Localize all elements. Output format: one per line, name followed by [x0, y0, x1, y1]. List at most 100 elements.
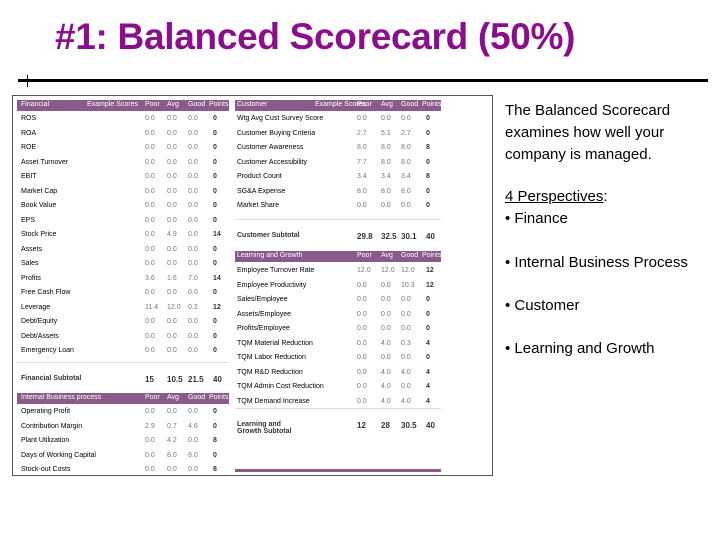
cell-avg: 1.6	[167, 274, 177, 282]
header-example: Example Scores	[87, 101, 138, 108]
cell-points: 8	[213, 466, 217, 473]
header-points: Points	[209, 101, 229, 108]
cell-points: 0	[426, 187, 430, 195]
customer-header: Customer Example Scores Poor Avg Good Points	[235, 100, 441, 111]
intro-text: The Balanced Scorecard examines how well…	[505, 102, 671, 163]
cell-poor: 0.0	[145, 158, 155, 166]
table-row: Days of Working Capital 0.0 8.0 8.0 0	[17, 451, 229, 463]
table-row: Sales 0.0 0.0 0.0 0	[17, 259, 229, 271]
cell-metric: Plant Utilization	[21, 437, 70, 444]
subtotal-points: 40	[426, 232, 435, 241]
cell-metric: ROA	[21, 129, 37, 137]
subtotal-good: 21.5	[188, 375, 204, 384]
title-divider	[18, 79, 708, 82]
cell-metric: Product Count	[237, 173, 282, 180]
cell-avg: 0.0	[167, 173, 177, 180]
cell-metric: ROS	[21, 115, 37, 122]
cell-metric: Assets	[21, 245, 43, 253]
header-avg: Avg	[167, 394, 179, 401]
cell-good: 3.4	[401, 173, 411, 180]
cell-avg: 5.1	[381, 129, 391, 137]
cell-good: 4.6	[188, 422, 198, 430]
perspectives-heading: 4 Perspectives:	[505, 186, 715, 208]
cell-points: 0	[213, 347, 217, 354]
cell-poor: 12.0	[357, 267, 371, 274]
cell-poor: 2.7	[357, 129, 367, 137]
cell-good: 0.0	[188, 332, 198, 340]
cell-poor: 0.0	[145, 451, 155, 459]
cell-avg: 0.0	[167, 115, 177, 122]
cell-avg: 0.7	[167, 422, 177, 430]
table-bottom-bar	[235, 469, 441, 472]
cell-good: 0.0	[188, 129, 198, 137]
cell-good: 0.0	[188, 408, 198, 415]
cell-avg: 12.0	[381, 267, 395, 274]
cell-poor: 3.4	[357, 173, 367, 180]
cell-avg: 0.0	[381, 325, 391, 332]
cell-avg: 0.0	[167, 347, 177, 354]
cell-good: 0.0	[401, 383, 411, 390]
cell-poor: 0.0	[357, 354, 367, 361]
cell-poor: 0.0	[357, 296, 367, 303]
cell-avg: 0.0	[167, 158, 177, 166]
cell-metric: Leverage	[21, 303, 51, 311]
cell-avg: 0.0	[167, 144, 177, 151]
header-good: Good	[401, 101, 419, 108]
cell-good: 8.0	[401, 144, 411, 151]
cell-points: 0	[426, 158, 430, 166]
cell-metric: Emergency Loan	[21, 347, 74, 354]
cell-metric: Operating Profit	[21, 408, 71, 415]
table-row: TQM R&D Reduction 0.0 4.0 4.0 4	[235, 368, 441, 380]
cell-poor: 0.0	[145, 260, 155, 267]
cell-points: 4	[426, 397, 430, 405]
cell-metric: TQM Material Reduction	[237, 339, 313, 347]
cell-good: 8.0	[401, 158, 411, 166]
financial-separator	[17, 362, 229, 363]
cell-metric: Profits/Employee	[237, 325, 290, 332]
cell-poor: 0.0	[145, 332, 155, 340]
table-row: Assets 0.0 0.0 0.0 0	[17, 245, 229, 257]
cell-points: 8	[213, 437, 217, 444]
cell-good: 0.0	[188, 318, 198, 325]
perspective-finance: • Finance	[505, 210, 568, 227]
table-row: Customer Accessibility 7.7 8.0 8.0 0	[235, 158, 441, 170]
cell-points: 0	[213, 451, 217, 459]
cell-poor: 0.0	[145, 466, 155, 473]
table-row: Leverage 11.4 12.0 0.2 12	[17, 303, 229, 315]
cell-metric: ROE	[21, 144, 37, 151]
cell-good: 4.0	[401, 397, 411, 405]
cell-avg: 8.0	[381, 187, 391, 195]
colon: :	[603, 188, 608, 205]
cell-points: 0	[213, 216, 217, 224]
cell-poor: 2.9	[145, 422, 155, 430]
cell-points: 0	[213, 115, 217, 122]
header-label: Customer	[237, 101, 268, 108]
table-row: Debt/Assets 0.0 0.0 0.0 0	[17, 332, 229, 344]
cell-points: 0	[426, 296, 430, 303]
cell-good: 2.7	[401, 129, 411, 137]
cell-avg: 0.0	[381, 310, 391, 318]
cell-points: 4	[426, 368, 430, 376]
cell-poor: 0.0	[145, 202, 155, 209]
cell-metric: Wtg Avg Cust Survey Score	[237, 115, 324, 122]
cell-points: 0	[213, 144, 217, 151]
cell-poor: 0.0	[145, 437, 155, 444]
cell-metric: Employee Turnover Rate	[237, 267, 315, 274]
description-panel: The Balanced Scorecard examines how well…	[505, 100, 715, 360]
header-poor: Poor	[357, 101, 372, 108]
cell-metric: EBIT	[21, 173, 37, 180]
cell-poor: 0.0	[145, 289, 155, 296]
cell-good: 0.0	[188, 466, 198, 473]
cell-poor: 0.0	[357, 281, 367, 289]
table-row: Free Cash Flow 0.0 0.0 0.0 0	[17, 288, 229, 300]
cell-metric: TQM Admin Cost Reduction	[237, 383, 324, 390]
cell-points: 4	[426, 339, 430, 347]
customer-subtotal-row: Customer Subtotal 29.8 32.5 30.1 40	[235, 231, 441, 243]
cell-avg: 0.0	[167, 129, 177, 137]
cell-points: 0	[213, 158, 217, 166]
table-row: Employee Productivity 0.0 0.0 10.3 12	[235, 281, 441, 293]
cell-good: 0.0	[188, 216, 198, 224]
table-row: Employee Turnover Rate 12.0 12.0 12.0 12	[235, 266, 441, 278]
cell-good: 0.0	[188, 231, 198, 238]
cell-good: 0.0	[188, 260, 198, 267]
